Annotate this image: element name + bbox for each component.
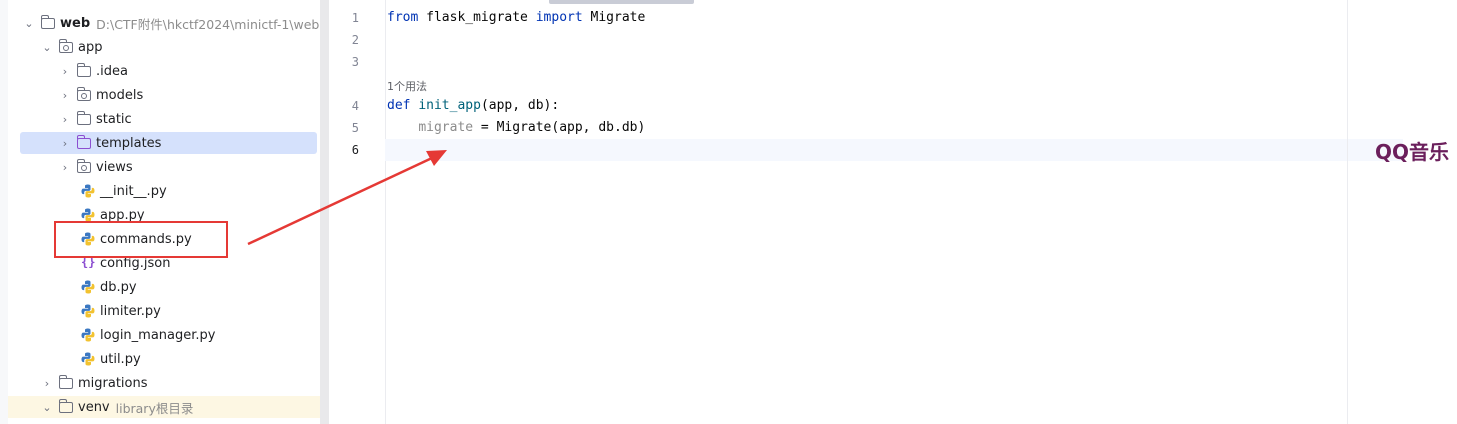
python-file-icon	[80, 183, 96, 199]
tree-item-limiter-py[interactable]: limiter.py	[76, 300, 161, 322]
code-line-4[interactable]: def init_app(app, db):	[387, 95, 559, 117]
current-line-highlight	[385, 139, 1403, 161]
line-number-gutter: 1 2 3 4 5 6	[329, 0, 386, 424]
templates-folder-icon	[76, 135, 92, 151]
tree-item-label: __init__.py	[100, 183, 167, 199]
chevron-down-icon[interactable]: ⌄	[40, 36, 54, 58]
package-folder-icon	[58, 39, 74, 55]
tree-item-views[interactable]: › views	[58, 156, 133, 178]
tree-scrollbar[interactable]	[320, 0, 329, 424]
python-file-icon	[80, 351, 96, 367]
annotation-highlight-box	[54, 221, 228, 258]
editor-tab-indicator	[549, 0, 694, 4]
chevron-down-icon[interactable]: ⌄	[40, 396, 54, 418]
function-params: (app, db):	[480, 98, 560, 113]
keyword-def: def	[387, 98, 411, 113]
tree-item-label: limiter.py	[100, 303, 161, 319]
folder-icon	[58, 399, 74, 415]
tree-item-models[interactable]: › models	[58, 84, 143, 106]
qq-music-watermark: QQ音乐	[1375, 140, 1450, 164]
tree-item-hint: library根目录	[115, 400, 194, 416]
python-file-icon	[80, 327, 96, 343]
tree-item-label: static	[96, 111, 132, 127]
keyword-import: import	[535, 10, 583, 25]
tree-item-venv[interactable]: ⌄ venv library根目录	[8, 396, 320, 418]
right-margin-guide	[1347, 0, 1348, 424]
tree-item-label: templates	[96, 135, 162, 151]
tree-item-label: util.py	[100, 351, 141, 367]
tree-item-label: login_manager.py	[100, 327, 216, 343]
chevron-right-icon[interactable]: ›	[58, 156, 72, 178]
code-editor[interactable]: 1 2 3 4 5 6 from flask_migrate import Mi…	[329, 0, 1457, 424]
function-name: init_app	[418, 98, 481, 113]
tree-item-label: db.py	[100, 279, 137, 295]
keyword-from: from	[387, 10, 419, 25]
tree-item-label: app	[78, 39, 103, 55]
folder-icon	[58, 375, 74, 391]
tree-item-idea[interactable]: › .idea	[58, 60, 128, 82]
project-tree: ⌄ web D:\CTF附件\hkctf2024\minictf-1\web ⌄…	[0, 0, 320, 424]
tree-item-login-manager-py[interactable]: login_manager.py	[76, 324, 215, 346]
tree-item-static[interactable]: › static	[58, 108, 132, 130]
tree-root-web[interactable]: ⌄ web D:\CTF附件\hkctf2024\minictf-1\web	[22, 12, 319, 34]
line-number: 2	[351, 33, 359, 47]
code-line-1[interactable]: from flask_migrate import Migrate	[387, 7, 645, 29]
folder-icon	[40, 15, 56, 31]
chevron-down-icon[interactable]: ⌄	[22, 12, 36, 34]
tree-left-strip	[0, 0, 8, 424]
python-file-icon	[80, 279, 96, 295]
tree-item-db-py[interactable]: db.py	[76, 276, 137, 298]
folder-icon	[76, 111, 92, 127]
tree-item-label: models	[96, 87, 144, 103]
line-number: 4	[351, 99, 359, 113]
tree-item-templates[interactable]: › templates	[20, 132, 317, 154]
tree-item-label: views	[96, 159, 133, 175]
tree-root-label: web	[60, 15, 91, 31]
chevron-right-icon[interactable]: ›	[58, 60, 72, 82]
tree-item-app[interactable]: ⌄ app	[40, 36, 102, 58]
tree-item-label: migrations	[78, 375, 148, 391]
chevron-right-icon[interactable]: ›	[58, 132, 72, 154]
module-name: flask_migrate	[418, 10, 536, 25]
usages-inlay-hint[interactable]: 1个用法	[387, 78, 427, 94]
tree-item-init-py[interactable]: __init__.py	[76, 180, 167, 202]
chevron-right-icon[interactable]: ›	[58, 108, 72, 130]
package-folder-icon	[76, 87, 92, 103]
imported-name: Migrate	[582, 10, 646, 25]
tree-item-label: venv	[78, 399, 110, 415]
unused-variable: migrate	[418, 120, 474, 135]
line-number-current: 6	[351, 143, 359, 157]
code-line-5[interactable]: migrate = Migrate(app, db.db)	[387, 117, 645, 139]
python-file-icon	[80, 303, 96, 319]
tree-item-migrations[interactable]: › migrations	[40, 372, 148, 394]
tree-root-path: D:\CTF附件\hkctf2024\minictf-1\web	[96, 16, 320, 32]
chevron-right-icon[interactable]: ›	[40, 372, 54, 394]
chevron-right-icon[interactable]: ›	[58, 84, 72, 106]
line-number: 1	[351, 11, 359, 25]
folder-icon	[76, 63, 92, 79]
tree-item-label: .idea	[96, 63, 128, 79]
package-folder-icon	[76, 159, 92, 175]
line-number: 5	[351, 121, 359, 135]
assignment-expression: = Migrate(app, db.db)	[473, 120, 646, 135]
tree-item-util-py[interactable]: util.py	[76, 348, 141, 370]
line-number: 3	[351, 55, 359, 69]
